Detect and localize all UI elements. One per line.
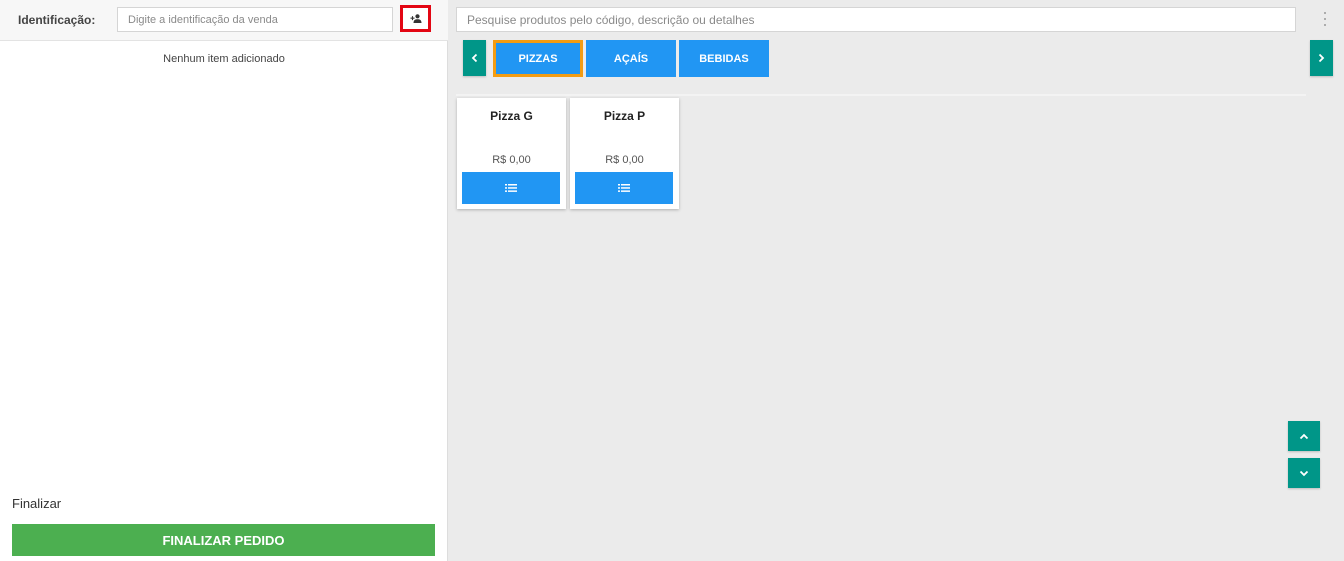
product-name: Pizza P — [603, 109, 646, 123]
categories-next-button[interactable] — [1310, 40, 1333, 76]
categories-prev-button[interactable] — [463, 40, 486, 76]
add-client-button[interactable] — [400, 5, 431, 32]
category-tab-bebidas[interactable]: BEBIDAS — [679, 40, 769, 77]
finalize-section-label: Finalizar — [12, 496, 62, 511]
order-panel: Identificação: Nenhum item adicionado Fi… — [0, 0, 448, 561]
product-price: R$ 0,00 — [492, 154, 531, 166]
list-icon — [505, 184, 517, 192]
divider — [456, 94, 1306, 96]
list-icon — [618, 184, 630, 192]
product-price: R$ 0,00 — [605, 154, 644, 166]
chevron-down-icon — [1299, 470, 1309, 476]
product-options-button[interactable] — [462, 172, 560, 204]
category-tab-acais[interactable]: AÇAÍS — [586, 40, 676, 77]
finalize-order-button[interactable]: FINALIZAR PEDIDO — [12, 524, 435, 556]
product-search-input[interactable] — [456, 7, 1296, 32]
kebab-menu-icon[interactable] — [1322, 12, 1328, 26]
empty-cart-message: Nenhum item adicionado — [163, 53, 285, 65]
category-tab-pizzas[interactable]: PIZZAS — [493, 40, 583, 77]
chevron-up-icon — [1299, 433, 1309, 439]
identification-input[interactable] — [117, 7, 393, 32]
product-card: Pizza G R$ 0,00 — [457, 98, 566, 209]
add-client-icon — [410, 14, 421, 23]
product-card: Pizza P R$ 0,00 — [570, 98, 679, 209]
identification-bar: Identificação: — [0, 0, 448, 41]
product-options-button[interactable] — [575, 172, 673, 204]
scroll-down-button[interactable] — [1288, 458, 1320, 488]
product-name: Pizza G — [490, 109, 533, 123]
scroll-up-button[interactable] — [1288, 421, 1320, 451]
chevron-left-icon — [471, 53, 478, 63]
identification-label: Identificação: — [18, 13, 96, 27]
chevron-right-icon — [1318, 53, 1325, 63]
